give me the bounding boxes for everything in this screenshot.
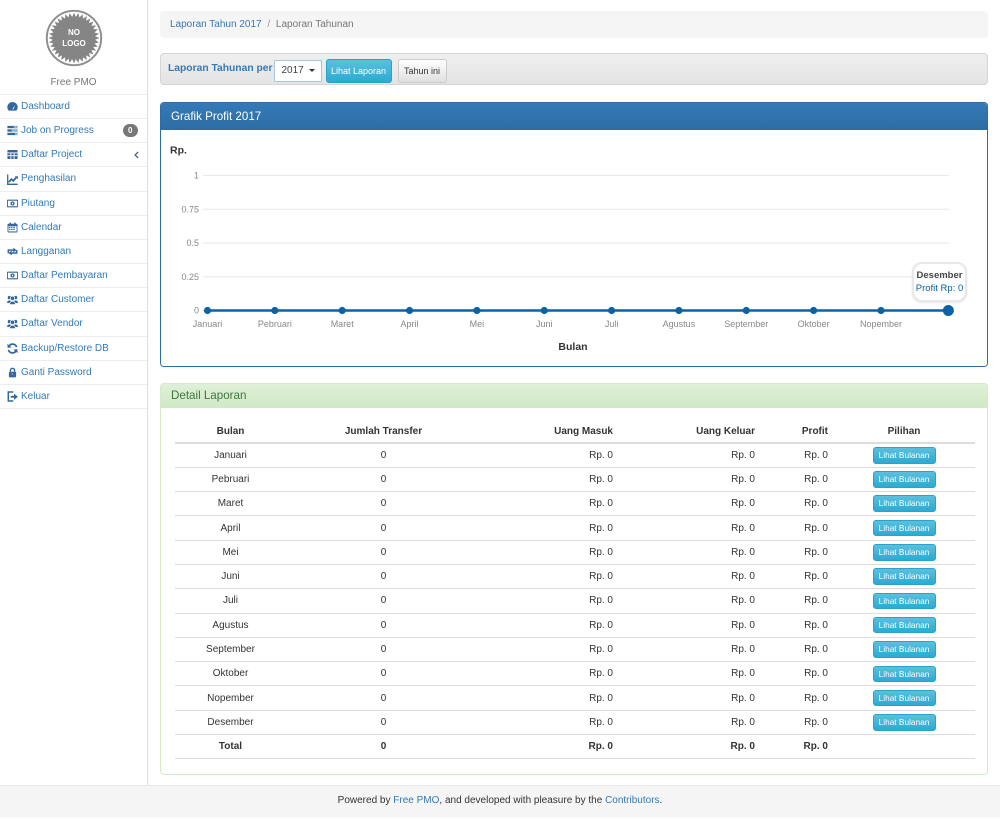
- svg-text:April: April: [401, 319, 419, 329]
- svg-text:Maret: Maret: [331, 319, 355, 329]
- svg-text:Januari: Januari: [193, 319, 223, 329]
- svg-text:LOGO: LOGO: [62, 39, 86, 48]
- svg-text:Agustus: Agustus: [663, 319, 696, 329]
- svg-text:Bulan: Bulan: [558, 341, 587, 353]
- svg-text:Nopember: Nopember: [860, 319, 902, 329]
- svg-text:Oktober: Oktober: [798, 319, 830, 329]
- svg-text:September: September: [724, 319, 768, 329]
- svg-text:1: 1: [194, 171, 199, 181]
- svg-text:Mei: Mei: [470, 319, 485, 329]
- svg-text:Rp.: Rp.: [170, 145, 187, 157]
- svg-text:0.25: 0.25: [181, 272, 199, 282]
- svg-text:NO: NO: [68, 28, 80, 37]
- svg-text:Pebruari: Pebruari: [258, 319, 292, 329]
- svg-text:0.5: 0.5: [186, 238, 199, 248]
- svg-text:0: 0: [194, 306, 199, 316]
- svg-text:Juni: Juni: [536, 319, 553, 329]
- svg-text:Juli: Juli: [605, 319, 619, 329]
- svg-text:0.75: 0.75: [181, 204, 199, 214]
